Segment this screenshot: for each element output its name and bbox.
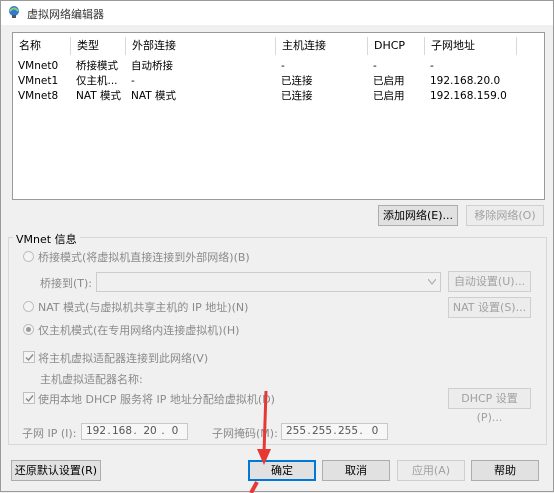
col-header-subnet[interactable]: 子网地址 [425, 37, 517, 55]
cell-subnet: 192.168.20.0 [430, 75, 501, 87]
ip-octet: 168 [112, 425, 133, 437]
ip-octet: 20 [143, 425, 157, 437]
virtual-network-editor-window: 虚拟网络编辑器 名称 类型 外部连接 主机连接 DHCP 子网地址 VMnet0… [0, 0, 554, 493]
cancel-button[interactable]: 取消 [322, 460, 390, 481]
help-button[interactable]: 帮助 [471, 460, 539, 481]
cell-dhcp: - [373, 60, 377, 72]
table-row[interactable]: VMnet8 NAT 模式 NAT 模式 已连接 已启用 192.168.159… [13, 89, 544, 103]
ip-octet: 0 [171, 425, 179, 437]
adapter-name-label: 主机虚拟适配器名称: [40, 373, 143, 386]
col-header-type[interactable]: 类型 [71, 37, 126, 55]
cell-subnet: - [430, 60, 434, 72]
cell-type: NAT 模式 [76, 90, 121, 102]
remove-network-button[interactable]: 移除网络(O) [466, 205, 544, 226]
cell-external: 自动桥接 [131, 60, 173, 72]
cell-external: - [131, 75, 135, 87]
cell-name: VMnet8 [18, 90, 59, 102]
ip-dot: . [133, 425, 137, 437]
bridged-mode-label: 桥接模式(将虚拟机直接连接到外部网络)(B) [38, 251, 250, 264]
restore-defaults-button[interactable]: 还原默认设置(R) [11, 460, 101, 481]
dhcp-settings-button[interactable]: DHCP 设置(P)... [448, 388, 531, 424]
mask-octet: 255 [338, 425, 359, 437]
cell-host-connection: - [281, 60, 285, 72]
nat-mode-radio[interactable] [23, 301, 34, 312]
mask-dot: . [359, 425, 363, 437]
window-title: 虚拟网络编辑器 [27, 8, 104, 21]
connect-adapter-label: 将主机虚拟适配器连接到此网络(V) [38, 352, 209, 365]
bridged-to-dropdown[interactable] [96, 272, 441, 292]
title-bar: 虚拟网络编辑器 [1, 1, 553, 25]
col-header-host-connection[interactable]: 主机连接 [276, 37, 368, 55]
cell-host-connection: 已连接 [281, 75, 313, 87]
checkmark-icon [25, 354, 34, 362]
subnet-ip-field[interactable]: 192 . 168 . 20 . 0 [81, 423, 188, 440]
checkmark-icon [25, 395, 34, 403]
cell-type: 桥接模式 [76, 60, 118, 72]
cell-dhcp: 已启用 [373, 75, 405, 87]
bridged-mode-radio[interactable] [23, 251, 34, 262]
subnet-ip-label: 子网 IP (I): [22, 427, 77, 440]
mask-octet: 0 [371, 425, 379, 437]
connect-adapter-checkbox[interactable] [23, 351, 35, 363]
network-list[interactable]: 名称 类型 外部连接 主机连接 DHCP 子网地址 VMnet0 桥接模式 自动… [12, 32, 545, 200]
bridged-to-label: 桥接到(T): [40, 277, 93, 290]
subnet-mask-field[interactable]: 255 . 255 . 255 . 0 [281, 423, 388, 440]
table-row[interactable]: VMnet0 桥接模式 自动桥接 - - - [13, 59, 544, 73]
col-header-name[interactable]: 名称 [13, 37, 71, 55]
cell-type: 仅主机... [76, 75, 118, 87]
use-dhcp-checkbox[interactable] [23, 392, 35, 404]
host-only-mode-label: 仅主机模式(在专用网络内连接虚拟机)(H) [38, 324, 240, 337]
col-header-external[interactable]: 外部连接 [126, 37, 276, 55]
network-app-icon [9, 6, 19, 18]
mask-octet: 255 [312, 425, 333, 437]
add-network-button[interactable]: 添加网络(E)... [378, 205, 458, 226]
cell-dhcp: 已启用 [373, 90, 405, 102]
cell-name: VMnet0 [18, 60, 59, 72]
nat-settings-button[interactable]: NAT 设置(S)... [448, 297, 531, 318]
use-dhcp-label: 使用本地 DHCP 服务将 IP 地址分配给虚拟机(D) [38, 393, 275, 406]
ip-octet: 192 [86, 425, 107, 437]
nat-mode-label: NAT 模式(与虚拟机共享主机的 IP 地址)(N) [38, 301, 249, 314]
mask-octet: 255 [286, 425, 307, 437]
cell-subnet: 192.168.159.0 [430, 90, 507, 102]
auto-settings-button[interactable]: 自动设置(U)... [448, 271, 531, 292]
cell-host-connection: 已连接 [281, 90, 313, 102]
col-header-dhcp[interactable]: DHCP [368, 37, 425, 55]
apply-button[interactable]: 应用(A) [397, 460, 465, 481]
vmnet-info-title: VMnet 信息 [13, 231, 80, 247]
host-only-mode-radio[interactable] [23, 324, 34, 335]
annotation-arrow-icon [249, 390, 271, 493]
chevron-down-icon [428, 279, 436, 285]
table-row[interactable]: VMnet1 仅主机... - 已连接 已启用 192.168.20.0 [13, 74, 544, 88]
cell-external: NAT 模式 [131, 90, 176, 102]
cell-name: VMnet1 [18, 75, 59, 87]
